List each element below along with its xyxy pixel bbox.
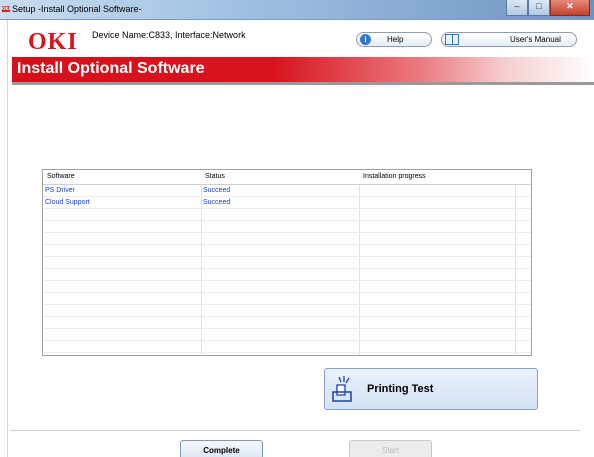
table-row-empty xyxy=(43,305,531,317)
minimize-icon: – xyxy=(514,1,520,11)
table-row-empty xyxy=(43,233,531,245)
cell-status: Succeed xyxy=(203,187,231,194)
printer-test-icon xyxy=(332,376,352,402)
table-row-empty xyxy=(43,293,531,305)
table-row-empty xyxy=(43,341,531,353)
cell-software: Cloud Support xyxy=(45,199,90,206)
close-icon: ✕ xyxy=(566,1,574,11)
header-software[interactable]: Software xyxy=(47,173,75,180)
banner-divider xyxy=(12,82,594,85)
software-table: Software Status Installation progress PS… xyxy=(42,169,532,356)
bottom-divider xyxy=(10,430,580,431)
table-row-empty xyxy=(43,209,531,221)
table-row-empty xyxy=(43,257,531,269)
cell-software: PS Driver xyxy=(45,187,75,194)
title-bar: OKI Setup -Install Optional Software- – … xyxy=(0,0,594,20)
help-label: Help xyxy=(387,35,404,44)
users-manual-label: User's Manual xyxy=(510,35,561,44)
device-info: Device Name:C833, Interface:Network xyxy=(92,30,246,40)
page-title: Install Optional Software xyxy=(17,60,205,77)
info-icon: i xyxy=(360,34,371,45)
oki-app-icon: OKI xyxy=(2,6,10,12)
oki-logo: OKI xyxy=(28,29,78,55)
header-status[interactable]: Status xyxy=(205,173,225,180)
table-row-empty xyxy=(43,329,531,341)
minimize-button[interactable]: – xyxy=(506,0,528,16)
printing-test-label: Printing Test xyxy=(367,383,434,395)
printing-test-button[interactable]: Printing Test xyxy=(324,368,538,410)
cell-status: Succeed xyxy=(203,199,231,206)
table-row-empty xyxy=(43,317,531,329)
complete-label: Complete xyxy=(203,446,240,455)
left-border xyxy=(0,20,8,457)
window-controls: – □ ✕ xyxy=(506,0,590,16)
table-row-empty xyxy=(43,221,531,233)
close-button[interactable]: ✕ xyxy=(550,0,590,16)
start-button[interactable]: Start xyxy=(349,440,432,457)
maximize-icon: □ xyxy=(536,1,542,11)
page-banner: Install Optional Software xyxy=(12,57,594,82)
help-button[interactable]: i Help xyxy=(356,32,432,47)
complete-button[interactable]: Complete xyxy=(180,440,263,457)
users-manual-button[interactable]: User's Manual xyxy=(441,32,577,47)
start-label: Start xyxy=(382,446,399,455)
book-icon xyxy=(445,34,459,45)
table-row-empty xyxy=(43,269,531,281)
window-title: Setup -Install Optional Software- xyxy=(12,4,142,14)
table-row[interactable]: Cloud Support Succeed xyxy=(43,197,531,209)
header-installation-progress[interactable]: Installation progress xyxy=(363,173,426,180)
table-row[interactable]: PS Driver Succeed xyxy=(43,185,531,197)
maximize-button[interactable]: □ xyxy=(528,0,550,16)
table-header: Software Status Installation progress xyxy=(43,170,531,185)
table-row-empty xyxy=(43,281,531,293)
table-row-empty xyxy=(43,245,531,257)
